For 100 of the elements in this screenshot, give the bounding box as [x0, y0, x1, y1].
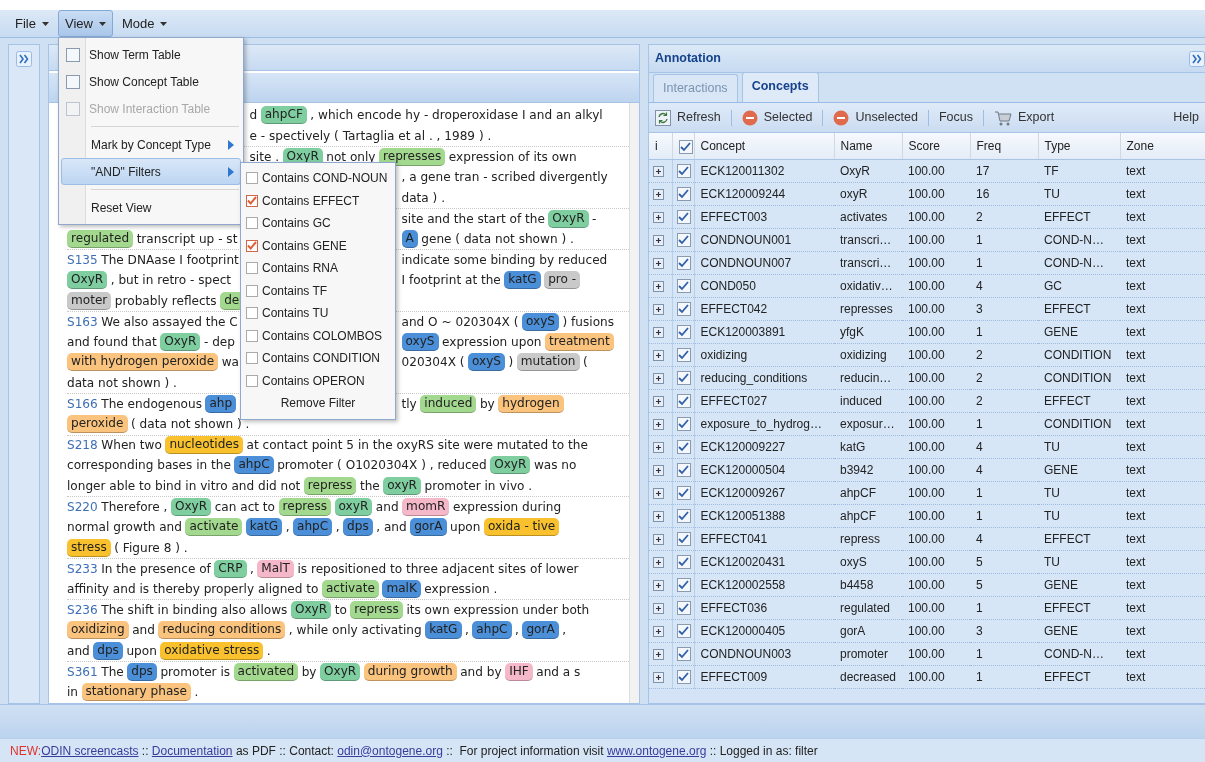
expand-icon[interactable]: [653, 234, 664, 246]
menu-item[interactable]: Contains COND-NOUN: [243, 167, 393, 190]
checkbox[interactable]: [246, 374, 258, 387]
column-header[interactable]: Name: [834, 133, 902, 159]
expand-icon[interactable]: [653, 510, 664, 522]
toolbar-button[interactable]: Export: [994, 108, 1055, 127]
menu-item[interactable]: Show Concept Table: [61, 68, 241, 95]
checkbox[interactable]: [676, 302, 691, 317]
checkbox[interactable]: [676, 624, 691, 639]
menu-item[interactable]: Contains EFFECT: [243, 189, 393, 212]
checkbox[interactable]: [676, 555, 691, 570]
link[interactable]: Documentation: [151, 743, 233, 758]
link[interactable]: www.ontogene.org: [606, 743, 707, 758]
menu-item[interactable]: Contains COLOMBOS: [243, 324, 393, 347]
double-chevron-icon[interactable]: [16, 51, 32, 67]
menu-button[interactable]: Mode: [114, 9, 175, 38]
expand-icon[interactable]: [653, 372, 664, 384]
checkbox[interactable]: [246, 307, 258, 320]
menu-item[interactable]: Contains OPERON: [243, 369, 393, 392]
double-chevron-icon[interactable]: [1189, 50, 1205, 67]
sentence-id[interactable]: S163: [67, 312, 98, 331]
expand-icon[interactable]: [653, 487, 664, 499]
checkbox[interactable]: [676, 532, 691, 547]
checkbox[interactable]: [678, 139, 693, 154]
checkbox[interactable]: [246, 217, 258, 230]
checkbox[interactable]: [676, 440, 691, 455]
checkbox[interactable]: [676, 187, 691, 202]
checkbox[interactable]: [66, 74, 80, 89]
sentence-id[interactable]: S236: [67, 600, 98, 620]
checkbox[interactable]: [676, 348, 691, 363]
menu-item[interactable]: Contains GENE: [243, 234, 393, 257]
column-header[interactable]: Type: [1038, 133, 1120, 159]
checkbox[interactable]: [246, 172, 258, 185]
expand-icon[interactable]: [653, 418, 664, 430]
expand-icon[interactable]: [653, 326, 664, 338]
checkbox[interactable]: [676, 509, 691, 524]
checkbox[interactable]: [676, 279, 691, 294]
checkbox[interactable]: [676, 210, 691, 225]
menu-item[interactable]: Show Term Table: [61, 41, 241, 68]
sentence-id[interactable]: S361: [67, 662, 98, 681]
expand-icon[interactable]: [653, 671, 664, 683]
checkbox[interactable]: [676, 233, 691, 248]
tab[interactable]: Concepts: [741, 72, 819, 102]
menu-item[interactable]: "AND" Filters: [61, 158, 241, 185]
link[interactable]: ODIN screencasts: [41, 743, 139, 758]
menu-item[interactable]: Mark by Concept Type: [61, 131, 241, 158]
column-header[interactable]: i: [649, 133, 672, 159]
checkbox[interactable]: [246, 262, 258, 275]
toolbar-button[interactable]: Refresh: [655, 108, 721, 127]
checkbox[interactable]: [676, 325, 691, 340]
menu-item[interactable]: Contains GC: [243, 212, 393, 235]
expand-icon[interactable]: [653, 625, 664, 637]
menu-item[interactable]: Reset View: [61, 194, 241, 221]
expand-icon[interactable]: [653, 303, 664, 315]
expand-icon[interactable]: [653, 602, 664, 614]
menu-item[interactable]: Contains TU: [243, 302, 393, 325]
checkbox[interactable]: [246, 194, 258, 207]
expand-icon[interactable]: [653, 579, 664, 591]
menu-button[interactable]: View: [57, 9, 113, 38]
menu-item[interactable]: Contains RNA: [243, 257, 393, 280]
expand-icon[interactable]: [653, 349, 664, 361]
toolbar-button[interactable]: Focus: [939, 108, 974, 127]
expand-icon[interactable]: [653, 165, 664, 177]
checkbox[interactable]: [246, 329, 258, 342]
expand-icon[interactable]: [653, 533, 664, 545]
checkbox[interactable]: [676, 486, 691, 501]
checkbox[interactable]: [676, 670, 691, 685]
sentence-id[interactable]: S233: [67, 559, 98, 578]
expand-icon[interactable]: [653, 211, 664, 223]
expand-icon[interactable]: [653, 395, 664, 407]
checkbox[interactable]: [246, 239, 258, 252]
toolbar-button[interactable]: Selected: [741, 108, 813, 127]
menu-button[interactable]: File: [8, 9, 56, 38]
expand-icon[interactable]: [653, 188, 664, 200]
checkbox[interactable]: [676, 578, 691, 593]
menu-item[interactable]: Contains CONDITION: [243, 347, 393, 370]
expand-icon[interactable]: [653, 441, 664, 453]
column-header[interactable]: Score: [902, 133, 970, 159]
column-header[interactable]: Zone: [1120, 133, 1205, 159]
expand-icon[interactable]: [653, 648, 664, 660]
toolbar-button[interactable]: Unselected: [833, 108, 918, 127]
checkbox[interactable]: [676, 601, 691, 616]
menu-item[interactable]: Remove Filter: [243, 392, 393, 415]
expand-icon[interactable]: [653, 257, 664, 269]
sentence-id[interactable]: S135: [67, 250, 98, 269]
column-header[interactable]: Freq: [970, 133, 1038, 159]
expand-icon[interactable]: [653, 556, 664, 568]
checkbox[interactable]: [66, 47, 80, 62]
checkbox[interactable]: [246, 284, 258, 297]
sentence-id[interactable]: S218: [67, 436, 98, 455]
toolbar-button[interactable]: Help: [1173, 108, 1199, 127]
scrollbar[interactable]: [629, 103, 639, 703]
expand-icon[interactable]: [653, 280, 664, 292]
link[interactable]: odin@ontogene.org: [337, 743, 443, 758]
menu-item[interactable]: Contains TF: [243, 279, 393, 302]
checkbox[interactable]: [676, 256, 691, 271]
sentence-id[interactable]: S166: [67, 395, 98, 414]
expand-icon[interactable]: [653, 464, 664, 476]
checkbox[interactable]: [676, 647, 691, 662]
checkbox[interactable]: [676, 417, 691, 432]
